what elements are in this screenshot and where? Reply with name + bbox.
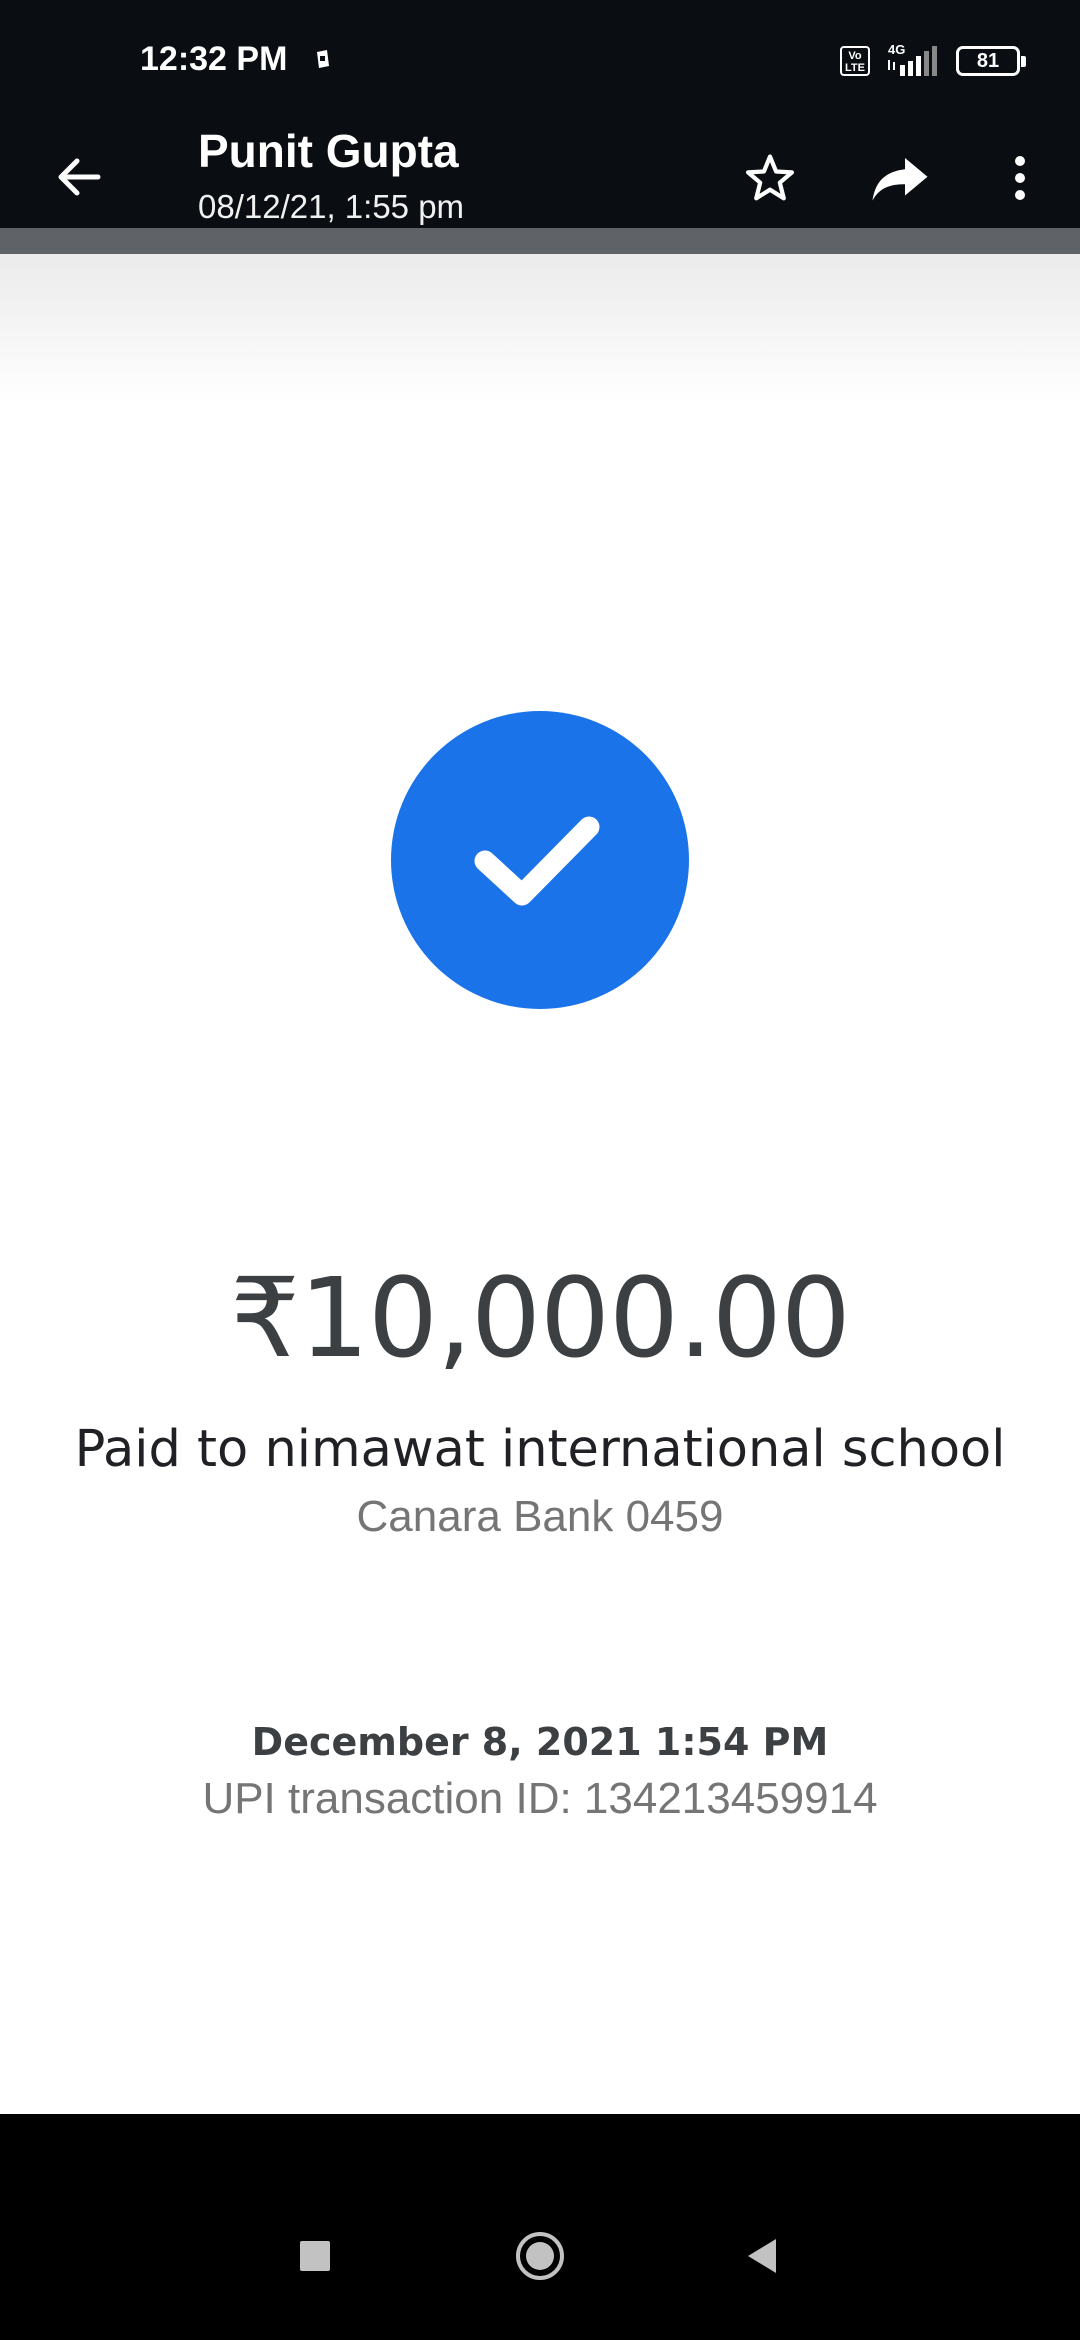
payee-name: Paid to nimawat international school [74,1420,1006,1479]
signal-icon: 4G [884,42,942,78]
share-button[interactable] [868,146,932,210]
volte-icon: Vo LTE [840,46,870,76]
back-arrow-icon[interactable] [50,148,108,206]
system-nav-bar [0,2114,1080,2340]
star-icon [745,154,795,201]
home-circle-icon [516,2232,564,2280]
transaction-date: December 8, 2021 1:54 PM [251,1720,829,1764]
star-button[interactable] [738,146,802,210]
home-button[interactable] [508,2224,572,2288]
transaction-id: UPI transaction ID: 134213459914 [202,1774,878,1823]
recents-button[interactable] [283,2224,347,2288]
status-indicators: Vo LTE 4G 81 [840,42,1026,78]
share-icon [872,158,928,201]
status-time: 12:32 PM [140,40,288,78]
battery-level: 81 [976,49,1000,72]
back-button[interactable] [730,2224,794,2288]
status-bar: 12:32 PM Vo LTE 4G 81 [0,0,1080,124]
payment-amount: ₹10,000.00 [230,1254,851,1382]
battery-icon: 81 [956,46,1026,76]
message-timestamp: 08/12/21, 1:55 pm [198,188,465,225]
receipt-top-shade [0,254,1080,404]
notification-icon [317,50,329,68]
payment-receipt-image[interactable]: ₹10,000.00 Paid to nimawat international… [0,254,1080,2114]
image-top-strip [0,228,1080,254]
conversation-title: Punit Gupta [198,125,459,177]
more-options-button[interactable] [988,146,1052,210]
app-bar: Punit Gupta 08/12/21, 1:55 pm [0,124,1080,228]
success-check-icon [391,711,689,1009]
bank-account: Canara Bank 0459 [356,1492,724,1541]
back-triangle-icon [748,2239,776,2273]
recents-square-icon [300,2241,330,2271]
more-vert-icon [1015,156,1025,200]
